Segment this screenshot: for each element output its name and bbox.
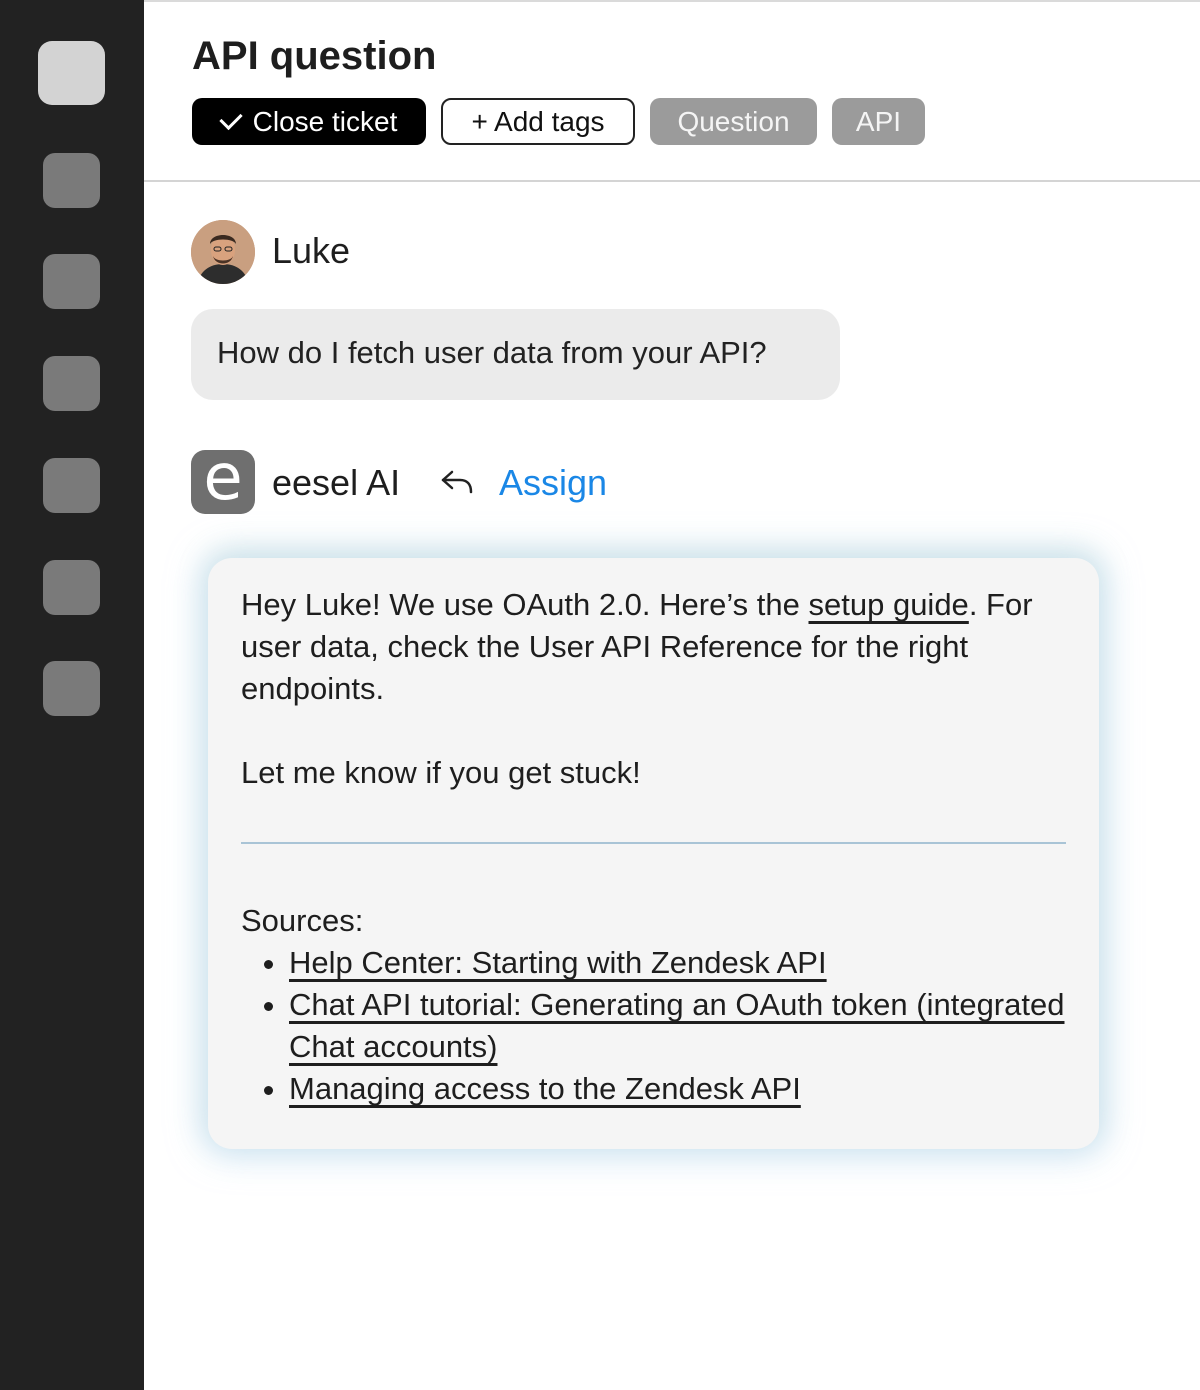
sources-label: Sources: [241,903,364,938]
reply-text: Hey Luke! We use OAuth 2.0. Here’s the [241,587,809,622]
setup-guide-link[interactable]: setup guide [809,587,969,622]
reply-paragraph: Hey Luke! We use OAuth 2.0. Here’s the s… [241,584,1066,710]
reply-icon[interactable] [440,468,474,498]
sidebar-item-5[interactable] [43,458,100,513]
ticket-panel: API question Close ticket + Add tags Que… [144,0,1200,1390]
source-link[interactable]: Managing access to the Zendesk API [289,1071,801,1106]
sidebar-item-6[interactable] [43,560,100,615]
sources-list: Help Center: Starting with Zendesk API C… [241,942,1066,1110]
sidebar-item-7[interactable] [43,661,100,716]
page-title: API question [192,34,437,78]
customer-name: Luke [272,230,351,271]
sidebar-item-3[interactable] [43,254,100,309]
eesel-logo-icon: e [191,446,255,514]
tag-question[interactable]: Question [650,98,817,145]
customer-message: How do I fetch user data from your API? [191,309,840,400]
person-photo-icon [191,220,255,284]
source-link[interactable]: Chat API tutorial: Generating an OAuth t… [289,987,1064,1064]
add-tags-button[interactable]: + Add tags [441,98,635,145]
source-item: Help Center: Starting with Zendesk API [289,942,1066,984]
add-tags-label: + Add tags [471,105,605,137]
tag-label: API [855,105,902,137]
reply-closing: Let me know if you get stuck! [241,755,641,790]
source-item: Chat API tutorial: Generating an OAuth t… [289,984,1066,1068]
avatar [191,220,255,284]
sidebar [0,0,144,1390]
close-ticket-label: Close ticket [252,105,398,137]
reply-divider [241,842,1066,844]
assign-button[interactable]: Assign [499,462,607,504]
sidebar-item-1[interactable] [38,41,105,105]
tag-api[interactable]: API [832,98,925,145]
tag-label: Question [677,105,790,137]
source-item: Managing access to the Zendesk API [289,1068,1066,1110]
check-icon [218,106,243,131]
sidebar-item-4[interactable] [43,356,100,411]
ai-reply-card: Hey Luke! We use OAuth 2.0. Here’s the s… [208,558,1099,1149]
ticket-toolbar: Close ticket + Add tags Question API [192,98,925,145]
header-divider [144,180,1200,182]
source-link[interactable]: Help Center: Starting with Zendesk API [289,945,827,980]
close-ticket-button[interactable]: Close ticket [192,98,426,145]
sidebar-item-2[interactable] [43,153,100,208]
ai-agent-name: eesel AI [272,462,401,503]
